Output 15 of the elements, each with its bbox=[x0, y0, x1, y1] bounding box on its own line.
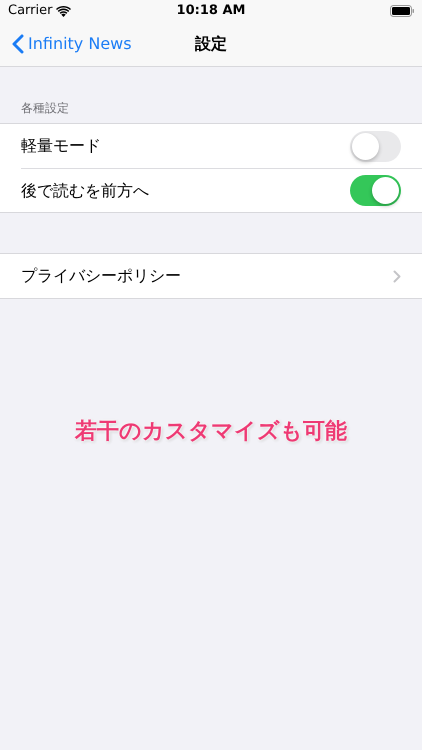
wifi-icon bbox=[56, 6, 72, 16]
section-header: 各種設定 bbox=[20, 100, 70, 117]
row-label: 軽量モード bbox=[21, 135, 101, 157]
toggle-switch[interactable] bbox=[350, 130, 401, 162]
chevron-left-icon bbox=[12, 34, 24, 54]
row-label: 後で読むを前方へ bbox=[21, 180, 149, 202]
carrier-label: Carrier bbox=[8, 2, 52, 20]
chevron-right-icon bbox=[393, 270, 401, 282]
toggle-switch[interactable] bbox=[350, 175, 401, 206]
nav-title: 設定 bbox=[195, 33, 227, 55]
back-button[interactable]: Infinity News bbox=[0, 32, 132, 56]
row-label: プライバシーポリシー bbox=[21, 265, 181, 287]
status-time: 10:18 AM bbox=[176, 2, 246, 20]
battery-icon bbox=[390, 5, 414, 17]
caption-text: 若干のカスタマイズも可能 bbox=[75, 418, 347, 446]
